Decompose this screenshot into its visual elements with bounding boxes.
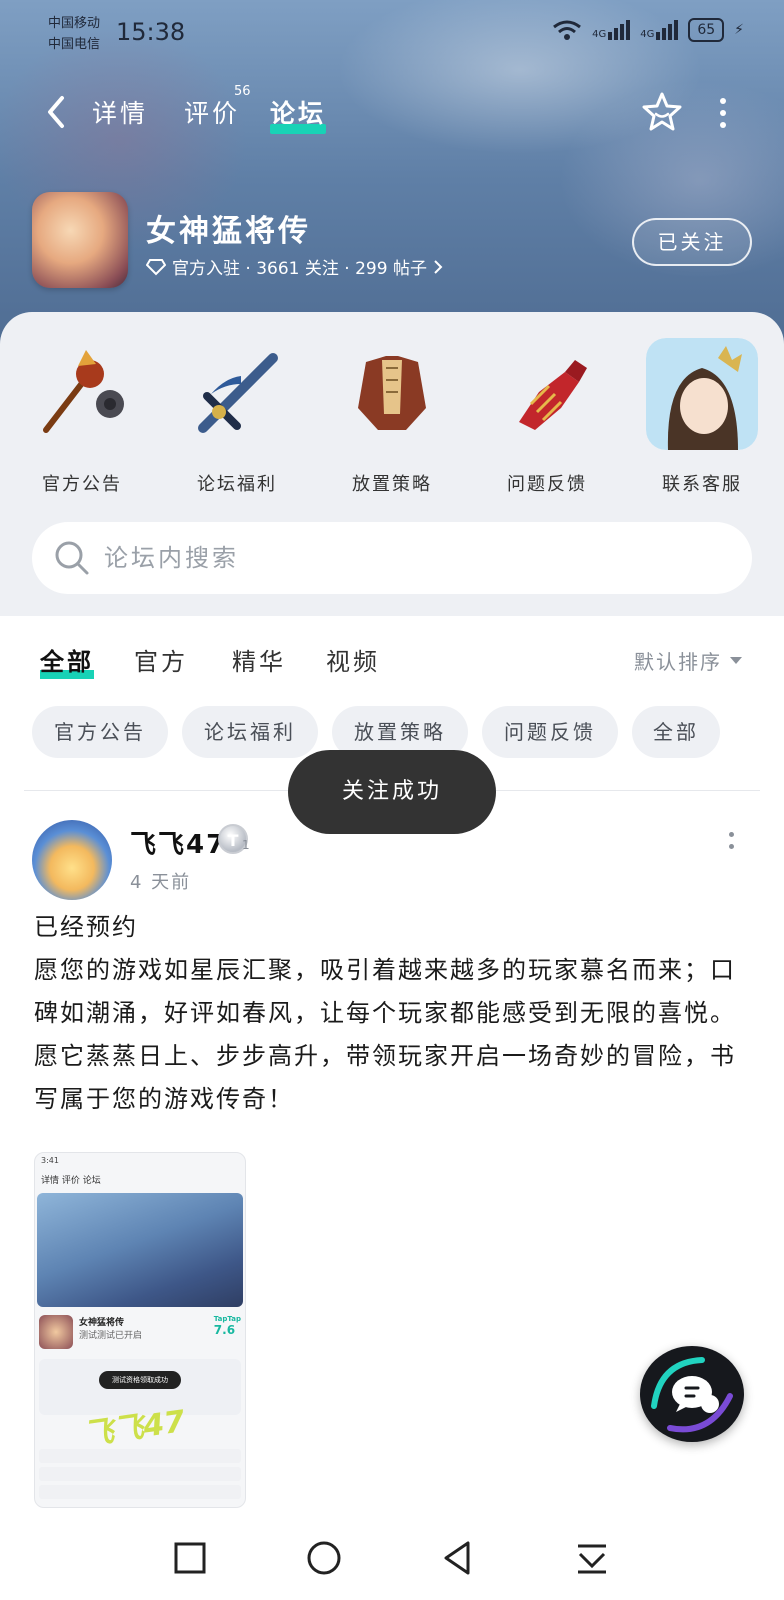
chat-fab-button[interactable] <box>640 1346 744 1442</box>
thumb-status-time: 3:41 <box>41 1156 59 1165</box>
level-number: 1 <box>242 838 250 852</box>
post-author[interactable]: 飞飞47 <box>130 824 226 861</box>
chat-bubble-icon <box>651 1357 733 1433</box>
quick-link-label: 问题反馈 <box>507 474 587 495</box>
sword-icon <box>198 353 278 433</box>
filter-tab-video[interactable]: 视频 <box>326 642 380 677</box>
review-count-badge: 56 <box>234 84 251 99</box>
favorite-star-icon[interactable] <box>640 90 684 134</box>
system-navigation-bar <box>0 1516 784 1600</box>
diamond-icon <box>146 258 166 275</box>
quick-link-label: 官方公告 <box>42 474 122 495</box>
follow-success-toast: 关注成功 <box>288 750 496 834</box>
post-text: 愿您的游戏如星辰汇聚，吸引着越来越多的玩家慕名而来；口碑如潮涌，好评如春风，让每… <box>34 956 736 1113</box>
back-triangle-icon[interactable] <box>438 1538 478 1578</box>
thumb-game-row: 女神猛将传 测试测试已开启 TapTap 7.6 <box>35 1309 245 1355</box>
carrier-2: 中国电信 <box>48 37 101 52</box>
signal-icon: 4G <box>592 20 631 40</box>
thumb-score: TapTap 7.6 <box>214 1315 241 1337</box>
chip-announcements[interactable]: 官方公告 <box>32 706 168 758</box>
signal-icon: 4G <box>640 20 679 40</box>
thumb-game-icon <box>39 1315 73 1349</box>
post-body[interactable]: 已经预约 愿您的游戏如星辰汇聚，吸引着越来越多的玩家慕名而来；口碑如潮涌，好评如… <box>34 906 746 1121</box>
thumb-score-value: 7.6 <box>213 1323 236 1337</box>
thumb-game-name: 女神猛将传 <box>79 1318 125 1328</box>
top-navigation: 详情 评价 56 论坛 <box>0 84 784 140</box>
quick-link-label: 论坛福利 <box>197 474 277 495</box>
quick-link-label: 放置策略 <box>352 474 432 495</box>
follow-button[interactable]: 已关注 <box>632 218 752 266</box>
game-meta-text: 官方入驻 · 3661 关注 · 299 帖子 <box>172 259 427 279</box>
post-first-line: 已经预约 <box>34 913 138 941</box>
home-icon[interactable] <box>304 1538 344 1578</box>
game-title: 女神猛将传 <box>146 214 311 249</box>
chip-benefits[interactable]: 论坛福利 <box>182 706 318 758</box>
quick-link-announcements[interactable]: 官方公告 <box>12 338 152 496</box>
filter-tab-essence[interactable]: 精华 <box>232 642 286 677</box>
recent-apps-icon[interactable] <box>170 1538 210 1578</box>
sort-dropdown[interactable]: 默认排序 <box>634 646 742 675</box>
notification-pull-icon[interactable] <box>572 1538 612 1578</box>
quick-link-benefits[interactable]: 论坛福利 <box>167 338 307 496</box>
battery-indicator: 65 <box>688 18 725 42</box>
search-icon <box>55 541 89 575</box>
sort-label: 默认排序 <box>634 650 722 674</box>
avatar[interactable] <box>32 820 112 900</box>
back-arrow-icon[interactable] <box>40 92 72 132</box>
forum-search-box[interactable] <box>32 522 752 594</box>
thumb-line <box>39 1485 241 1499</box>
caret-down-icon <box>730 657 742 664</box>
quick-link-strategy[interactable]: 放置策略 <box>322 338 462 496</box>
post-more-icon[interactable] <box>726 832 736 858</box>
carrier-1: 中国移动 <box>48 16 101 31</box>
signal-type-1: 4G <box>592 29 607 40</box>
post-screenshot-image[interactable]: 3:41 详情 评价 论坛 女神猛将传 测试测试已开启 TapTap 7.6 测… <box>34 1152 246 1508</box>
chip-feedback[interactable]: 问题反馈 <box>482 706 618 758</box>
game-icon <box>32 192 128 288</box>
thumb-line <box>39 1467 241 1481</box>
tab-reviews[interactable]: 评价 <box>184 94 240 130</box>
mace-icon <box>43 350 124 433</box>
tab-forum[interactable]: 论坛 <box>270 94 327 134</box>
game-meta[interactable]: 官方入驻 · 3661 关注 · 299 帖子 <box>146 254 443 279</box>
signal-type-2: 4G <box>640 29 655 40</box>
charging-icon: ⚡ <box>734 22 744 38</box>
gauntlet-icon <box>519 360 587 430</box>
status-time: 15:38 <box>116 18 186 46</box>
chevron-right-icon <box>434 259 443 274</box>
quick-link-feedback[interactable]: 问题反馈 <box>477 338 617 496</box>
armor-icon <box>358 356 426 430</box>
support-avatar-icon <box>646 338 758 450</box>
quick-links-panel: 官方公告 论坛福利 放置策略 问题反馈 联系客服 论坛内搜索 <box>0 312 784 616</box>
status-bar: 中国移动 中国电信 15:38 4G 4G 65 ⚡ <box>0 0 784 68</box>
filter-tab-official[interactable]: 官方 <box>134 642 188 677</box>
chip-all[interactable]: 全部 <box>632 706 720 758</box>
thumb-nav: 详情 评价 论坛 <box>41 1176 101 1186</box>
thumb-line <box>39 1449 241 1463</box>
search-input[interactable] <box>104 522 704 594</box>
filter-tab-all[interactable]: 全部 <box>40 642 94 679</box>
game-header-banner: 中国移动 中国电信 15:38 4G 4G 65 ⚡ 详情 评价 56 论坛 女… <box>0 0 784 360</box>
thumb-toast: 测试资格领取成功 <box>99 1371 181 1389</box>
tab-details[interactable]: 详情 <box>92 94 148 130</box>
wifi-icon <box>553 20 581 40</box>
quick-link-label: 联系客服 <box>662 474 742 495</box>
thumb-game-sub: 测试测试已开启 <box>79 1331 143 1341</box>
quick-link-support[interactable]: 联系客服 <box>632 338 772 496</box>
carrier-labels: 中国移动 中国电信 <box>48 13 100 55</box>
post-time: 4 天前 <box>130 872 192 893</box>
more-options-icon[interactable] <box>718 98 728 128</box>
status-icons: 4G 4G 65 ⚡ <box>552 18 744 42</box>
thumb-score-brand: TapTap <box>213 1315 241 1323</box>
thumb-banner <box>37 1193 243 1307</box>
